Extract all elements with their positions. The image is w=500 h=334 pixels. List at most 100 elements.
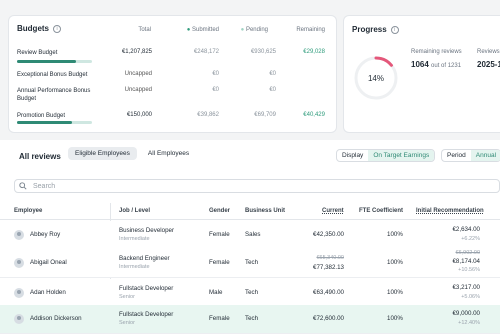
col-remaining: Remaining <box>296 27 325 33</box>
th-employee[interactable]: Employee <box>14 208 42 214</box>
progress-title-text: Progress <box>352 25 387 34</box>
fte-coefficient: 100% <box>387 259 403 266</box>
budget-total: €150,000 <box>126 112 152 118</box>
budget-total: Uncapped <box>124 87 152 93</box>
th-gender[interactable]: Gender <box>209 208 230 214</box>
initial-recommendation[interactable]: €2,634.00 <box>430 226 480 233</box>
table-row[interactable]: Adan Holden Fullstack Developer Senior M… <box>0 279 500 308</box>
fte-coefficient: 100% <box>387 289 403 296</box>
info-icon[interactable]: i <box>390 25 399 34</box>
period-value[interactable]: Annual <box>470 150 500 161</box>
remaining-reviews-suffix: out of 1231 <box>431 63 462 69</box>
avatar <box>14 314 24 324</box>
job-level: Senior <box>119 294 135 300</box>
budget-name: Annual Performance Bonus Budget <box>17 88 91 102</box>
budget-row-annual[interactable]: Annual Performance Bonus Budget Uncapped… <box>17 87 337 111</box>
col-pending-label: Pending <box>245 27 268 33</box>
budgets-card: Budgets i Total ● Submitted ● Pending Re… <box>8 15 337 133</box>
current-salary: €63,490.00 <box>313 289 344 296</box>
remaining-reviews: 1064 out of 1231 <box>411 60 461 69</box>
initial-recommendation[interactable]: €3,217.00 <box>430 284 480 291</box>
job-title: Backend Engineer <box>119 255 170 262</box>
budget-submitted: €248,172 <box>193 49 219 55</box>
budget-total: Uncapped <box>124 71 152 77</box>
budgets-title: Budgets i <box>17 24 61 33</box>
search-icon <box>19 182 27 190</box>
recommendation-change: +5.06% <box>461 294 480 300</box>
progress-title: Progress i <box>352 25 399 34</box>
current-salary-old: €65,340.00 <box>316 255 344 261</box>
reviews-value: 2025-1 <box>477 60 500 69</box>
search-input[interactable]: Search <box>33 183 55 190</box>
current-salary: €77,382.13 <box>313 264 344 271</box>
job-title: Fullstack Developer <box>119 311 174 318</box>
gender: Female <box>209 231 230 238</box>
job-title: Business Developer <box>119 227 175 234</box>
business-unit: Tech <box>245 315 259 322</box>
reviews-label: Reviews <box>477 49 500 55</box>
tab-all-employees[interactable]: All Employees <box>141 147 196 160</box>
table-row[interactable]: Abbey Roy Business Developer Intermediat… <box>0 221 500 250</box>
initial-recommendation[interactable]: €9,000.00 <box>430 310 480 317</box>
table-row[interactable]: Abigail Oneal Backend Engineer Intermedi… <box>0 249 500 278</box>
employee-name[interactable]: Addison Dickerson <box>30 315 82 322</box>
budget-name: Exceptional Bonus Budget <box>17 72 88 78</box>
progress-ring: 14% <box>354 56 398 100</box>
current-salary: €42,350.00 <box>313 231 344 238</box>
employee-name[interactable]: Abigail Oneal <box>30 259 67 266</box>
th-fte[interactable]: FTE Coefficient <box>359 208 403 214</box>
budget-total: €1,207,825 <box>121 49 152 55</box>
budget-progress-bar <box>17 60 92 63</box>
table-header: Employee Job / Level Gender Business Uni… <box>0 203 500 220</box>
initial-recommendation[interactable]: €8,174.04 <box>430 258 480 265</box>
budget-row-promotion[interactable]: Promotion Budget €150,000 €39,862 €69,70… <box>17 112 337 136</box>
recommendation-change: +12.40% <box>458 320 480 326</box>
budget-pending: €930,625 <box>250 49 276 55</box>
col-submitted-label: Submitted <box>191 27 219 33</box>
budget-name: Promotion Budget <box>17 113 66 119</box>
employee-name[interactable]: Abbey Roy <box>30 231 60 238</box>
gender: Male <box>209 289 223 296</box>
business-unit: Tech <box>245 289 259 296</box>
business-unit: Sales <box>245 231 261 238</box>
col-total: Total <box>138 27 151 33</box>
budgets-title-text: Budgets <box>17 24 49 33</box>
progress-percent: 14% <box>368 74 384 83</box>
initial-recommendation-old: €6,902.00 <box>455 250 480 256</box>
avatar <box>14 258 24 268</box>
search-bar[interactable]: Search <box>14 179 500 193</box>
remaining-reviews-label: Remaining reviews <box>411 49 462 55</box>
display-value[interactable]: On Target Earnings <box>368 150 435 161</box>
business-unit: Tech <box>245 259 259 266</box>
remaining-reviews-value: 1064 <box>411 60 429 69</box>
table-row[interactable]: Addison Dickerson Fullstack Developer Se… <box>0 305 500 334</box>
job-title: Fullstack Developer <box>119 285 174 292</box>
budget-remaining: €29,028 <box>303 49 325 55</box>
budget-name: Review Budget <box>17 50 58 56</box>
col-submitted: ● Submitted <box>169 27 219 33</box>
gender: Female <box>209 259 230 266</box>
recommendation-change: +10.56% <box>458 267 480 273</box>
avatar <box>14 288 24 298</box>
th-current[interactable]: Current <box>322 208 344 214</box>
fte-coefficient: 100% <box>387 231 403 238</box>
th-unit[interactable]: Business Unit <box>245 208 285 214</box>
display-toggle[interactable]: Display On Target Earnings <box>336 149 436 162</box>
current-salary: €72,600.00 <box>313 315 344 322</box>
th-job[interactable]: Job / Level <box>119 208 150 214</box>
progress-card: Progress i 14% Remaining reviews 1064 ou… <box>343 15 500 133</box>
employee-name[interactable]: Adan Holden <box>30 289 66 296</box>
recommendation-change: +6.22% <box>461 236 480 242</box>
pending-dot-icon: ● <box>240 27 245 33</box>
budget-pending: €69,709 <box>254 112 276 118</box>
th-initial[interactable]: Initial Recommendation <box>416 208 484 214</box>
budget-submitted: €39,862 <box>197 112 219 118</box>
period-toggle[interactable]: Period Annual <box>441 149 500 162</box>
tab-eligible-employees[interactable]: Eligible Employees <box>68 147 137 160</box>
budget-progress-bar <box>17 121 92 124</box>
budget-pending: €0 <box>269 87 276 93</box>
info-icon[interactable]: i <box>53 24 61 33</box>
gender: Female <box>209 315 230 322</box>
budget-remaining: €40,429 <box>303 112 325 118</box>
budget-row-review[interactable]: Review Budget €1,207,825 €248,172 €930,6… <box>17 49 337 73</box>
